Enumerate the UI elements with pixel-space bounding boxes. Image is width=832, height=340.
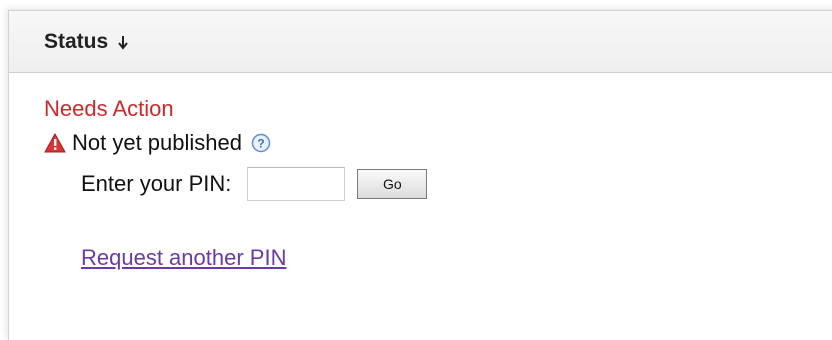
arrow-down-icon — [118, 35, 128, 50]
go-button[interactable]: Go — [357, 169, 428, 199]
status-header: Status — [9, 11, 832, 73]
svg-text:?: ? — [257, 137, 264, 151]
pin-entry-row: Enter your PIN: Go — [81, 167, 428, 201]
help-icon[interactable]: ? — [251, 133, 271, 153]
needs-action-label: Needs Action — [44, 96, 174, 121]
status-column-sort[interactable]: Status — [44, 30, 130, 54]
pin-label: Enter your PIN: — [81, 171, 232, 196]
status-header-label: Status — [44, 29, 109, 53]
request-pin-link[interactable]: Request another PIN — [81, 245, 286, 271]
warning-icon — [44, 133, 66, 153]
publish-status-row: Not yet published ? — [44, 130, 271, 156]
publish-status-text: Not yet published — [72, 130, 242, 155]
pin-input[interactable] — [247, 167, 346, 201]
status-panel: Status Needs Action Not yet published ? … — [8, 10, 832, 340]
